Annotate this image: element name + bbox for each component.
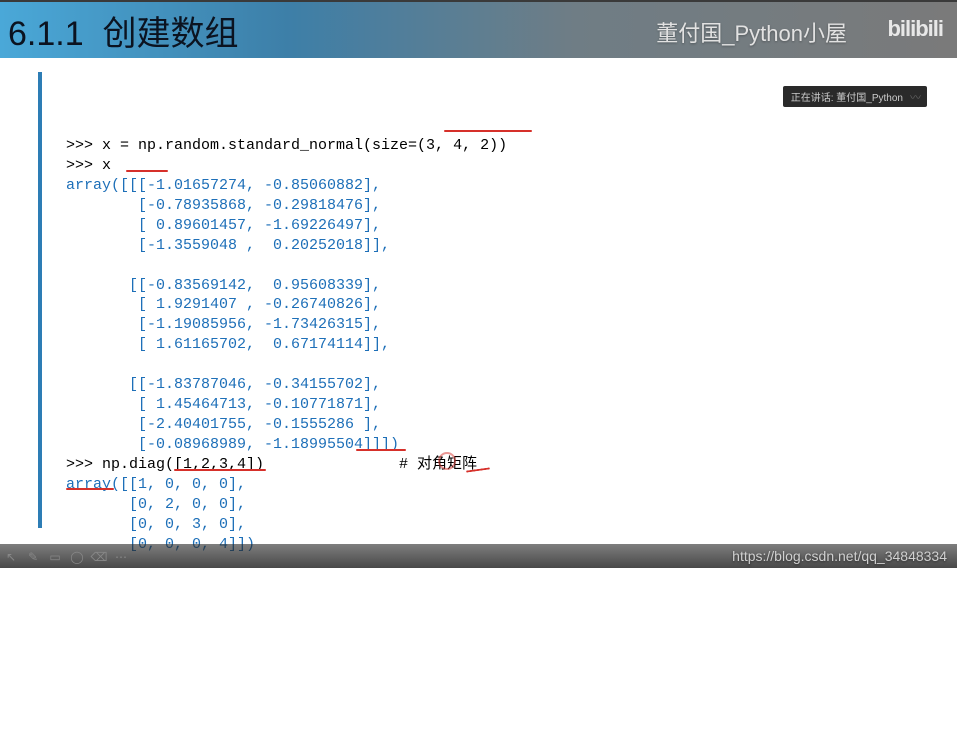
code-line: >>> x bbox=[66, 157, 111, 174]
slide-content: >>> x = np.random.standard_normal(size=(… bbox=[38, 72, 937, 528]
code-output: [ 1.61165702, 0.67174114]], bbox=[66, 336, 390, 353]
slide-header: 6.1.1 创建数组 董付国_Python小屋 bilibili bbox=[0, 2, 957, 58]
section-name: 创建数组 bbox=[103, 15, 239, 53]
annotation-toolbar[interactable]: ↖ ✎ ▭ ◯ ⌫ ⋯ bbox=[4, 550, 128, 564]
channel-name: 董付国_Python小屋 bbox=[656, 16, 847, 48]
annotation-underline bbox=[174, 469, 266, 471]
section-number: 6.1.1 bbox=[8, 15, 84, 53]
code-output: [ 1.45464713, -0.10771871], bbox=[66, 396, 381, 413]
code-block: >>> x = np.random.standard_normal(size=(… bbox=[66, 116, 937, 734]
code-output: [0, 0, 3, 0], bbox=[66, 516, 246, 533]
code-output: [-0.08968989, -1.18995504]]]) bbox=[66, 436, 399, 453]
code-output: array([[[-1.01657274, -0.85060882], bbox=[66, 177, 381, 194]
annotation-circle bbox=[438, 452, 456, 470]
watermark: https://blog.csdn.net/qq_34848334 bbox=[732, 548, 947, 564]
code-output: [[-1.83787046, -0.34155702], bbox=[66, 376, 381, 393]
code-output: [-0.78935868, -0.29818476], bbox=[66, 197, 381, 214]
code-output: [ 0.89601457, -1.69226497], bbox=[66, 217, 381, 234]
erase-tool-icon[interactable]: ⌫ bbox=[92, 550, 106, 564]
more-tool-icon[interactable]: ⋯ bbox=[114, 550, 128, 564]
annotation-underline bbox=[66, 488, 114, 490]
highlight-tool-icon[interactable]: ▭ bbox=[48, 550, 62, 564]
code-output: [-1.3559048 , 0.20252018]], bbox=[66, 237, 390, 254]
code-output: [ 1.9291407 , -0.26740826], bbox=[66, 296, 381, 313]
shape-tool-icon[interactable]: ◯ bbox=[70, 550, 84, 564]
section-title: 6.1.1 创建数组 bbox=[8, 6, 239, 55]
code-output: [[-0.83569142, 0.95608339], bbox=[66, 277, 381, 294]
code-line: >>> x = np.random.standard_normal(size=(… bbox=[66, 137, 507, 154]
annotation-underline bbox=[356, 449, 406, 451]
code-output: [0, 2, 0, 0], bbox=[66, 496, 246, 513]
code-output: [-1.19085956, -1.73426315], bbox=[66, 316, 381, 333]
pen-tool-icon[interactable]: ✎ bbox=[26, 550, 40, 564]
code-line: >>> np.diag([1,2,3,4]) # 对角矩阵 bbox=[66, 456, 477, 473]
annotation-underline bbox=[444, 130, 532, 132]
annotation-underline bbox=[126, 170, 168, 172]
cursor-tool-icon[interactable]: ↖ bbox=[4, 550, 18, 564]
code-output: [-2.40401755, -0.1555286 ], bbox=[66, 416, 381, 433]
bilibili-logo: bilibili bbox=[887, 16, 943, 42]
code-output: array([[1, 0, 0, 0], bbox=[66, 476, 246, 493]
